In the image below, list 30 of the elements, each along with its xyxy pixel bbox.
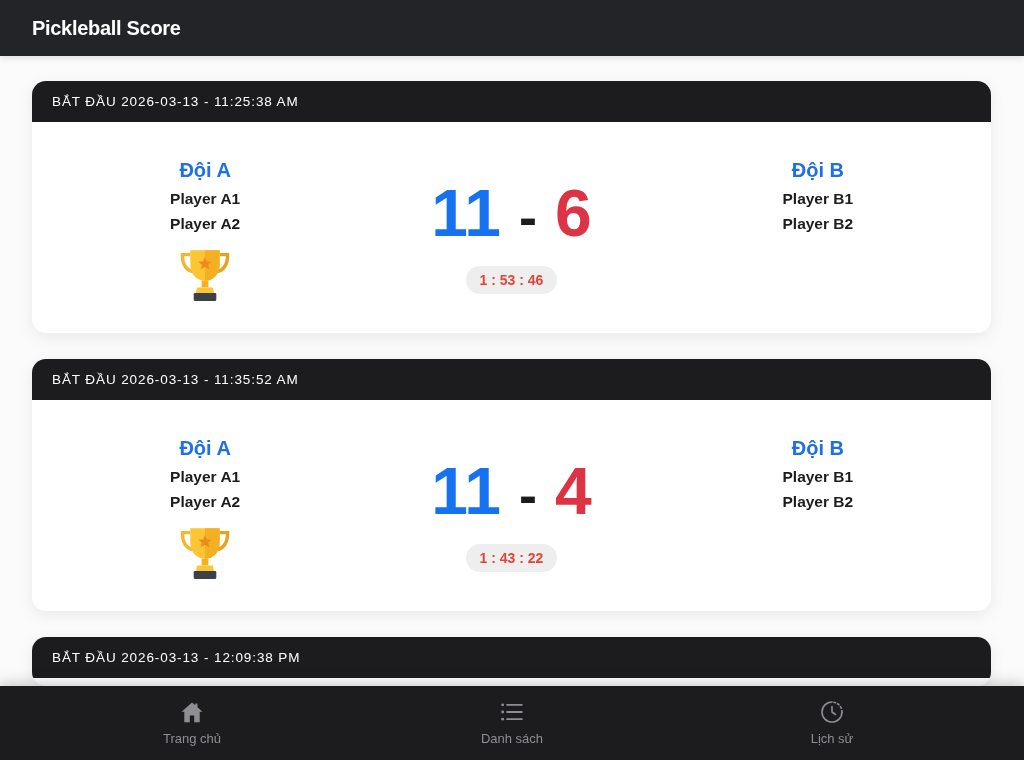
- list-icon: [501, 700, 523, 723]
- player-name: Player B2: [782, 214, 854, 234]
- app-title: Pickleball Score: [32, 16, 181, 40]
- team-name: Đội B: [791, 158, 844, 183]
- player-name: Player A2: [170, 492, 241, 512]
- player-name: Player B1: [782, 189, 854, 209]
- match-start-time: BẮT ĐẦU 2026-03-13 - 11:25:38 AM: [52, 94, 299, 109]
- player-name: Player A1: [170, 189, 241, 209]
- score-dash: -: [519, 468, 537, 522]
- team-name: Đội A: [179, 158, 231, 183]
- team-name: Đội A: [179, 436, 231, 461]
- nav-tab[interactable]: Trang chủ: [152, 696, 232, 750]
- nav-tab[interactable]: Lịch sử: [800, 696, 864, 750]
- player-name: Player A1: [170, 467, 241, 487]
- score-number: 11: [431, 180, 502, 246]
- match-duration: 1 : 43 : 22: [465, 544, 558, 572]
- match-start-time: BẮT ĐẦU 2026-03-13 - 12:09:38 PM: [52, 650, 301, 665]
- nav-tab[interactable]: Danh sách: [470, 696, 554, 750]
- match-start-time: BẮT ĐẦU 2026-03-13 - 11:35:52 AM: [52, 372, 299, 387]
- team-name: Đội B: [791, 436, 844, 461]
- clock-icon: [821, 700, 843, 723]
- home-icon: [181, 700, 203, 723]
- player-name: Player A2: [170, 214, 241, 234]
- score-number: 6: [555, 180, 592, 246]
- player-name: Player B1: [782, 467, 854, 487]
- score-number: 11: [431, 458, 502, 524]
- score-number: 4: [555, 458, 592, 524]
- player-name: Player B2: [782, 492, 854, 512]
- match-duration: 1 : 53 : 46: [465, 266, 558, 294]
- score-dash: -: [519, 190, 537, 244]
